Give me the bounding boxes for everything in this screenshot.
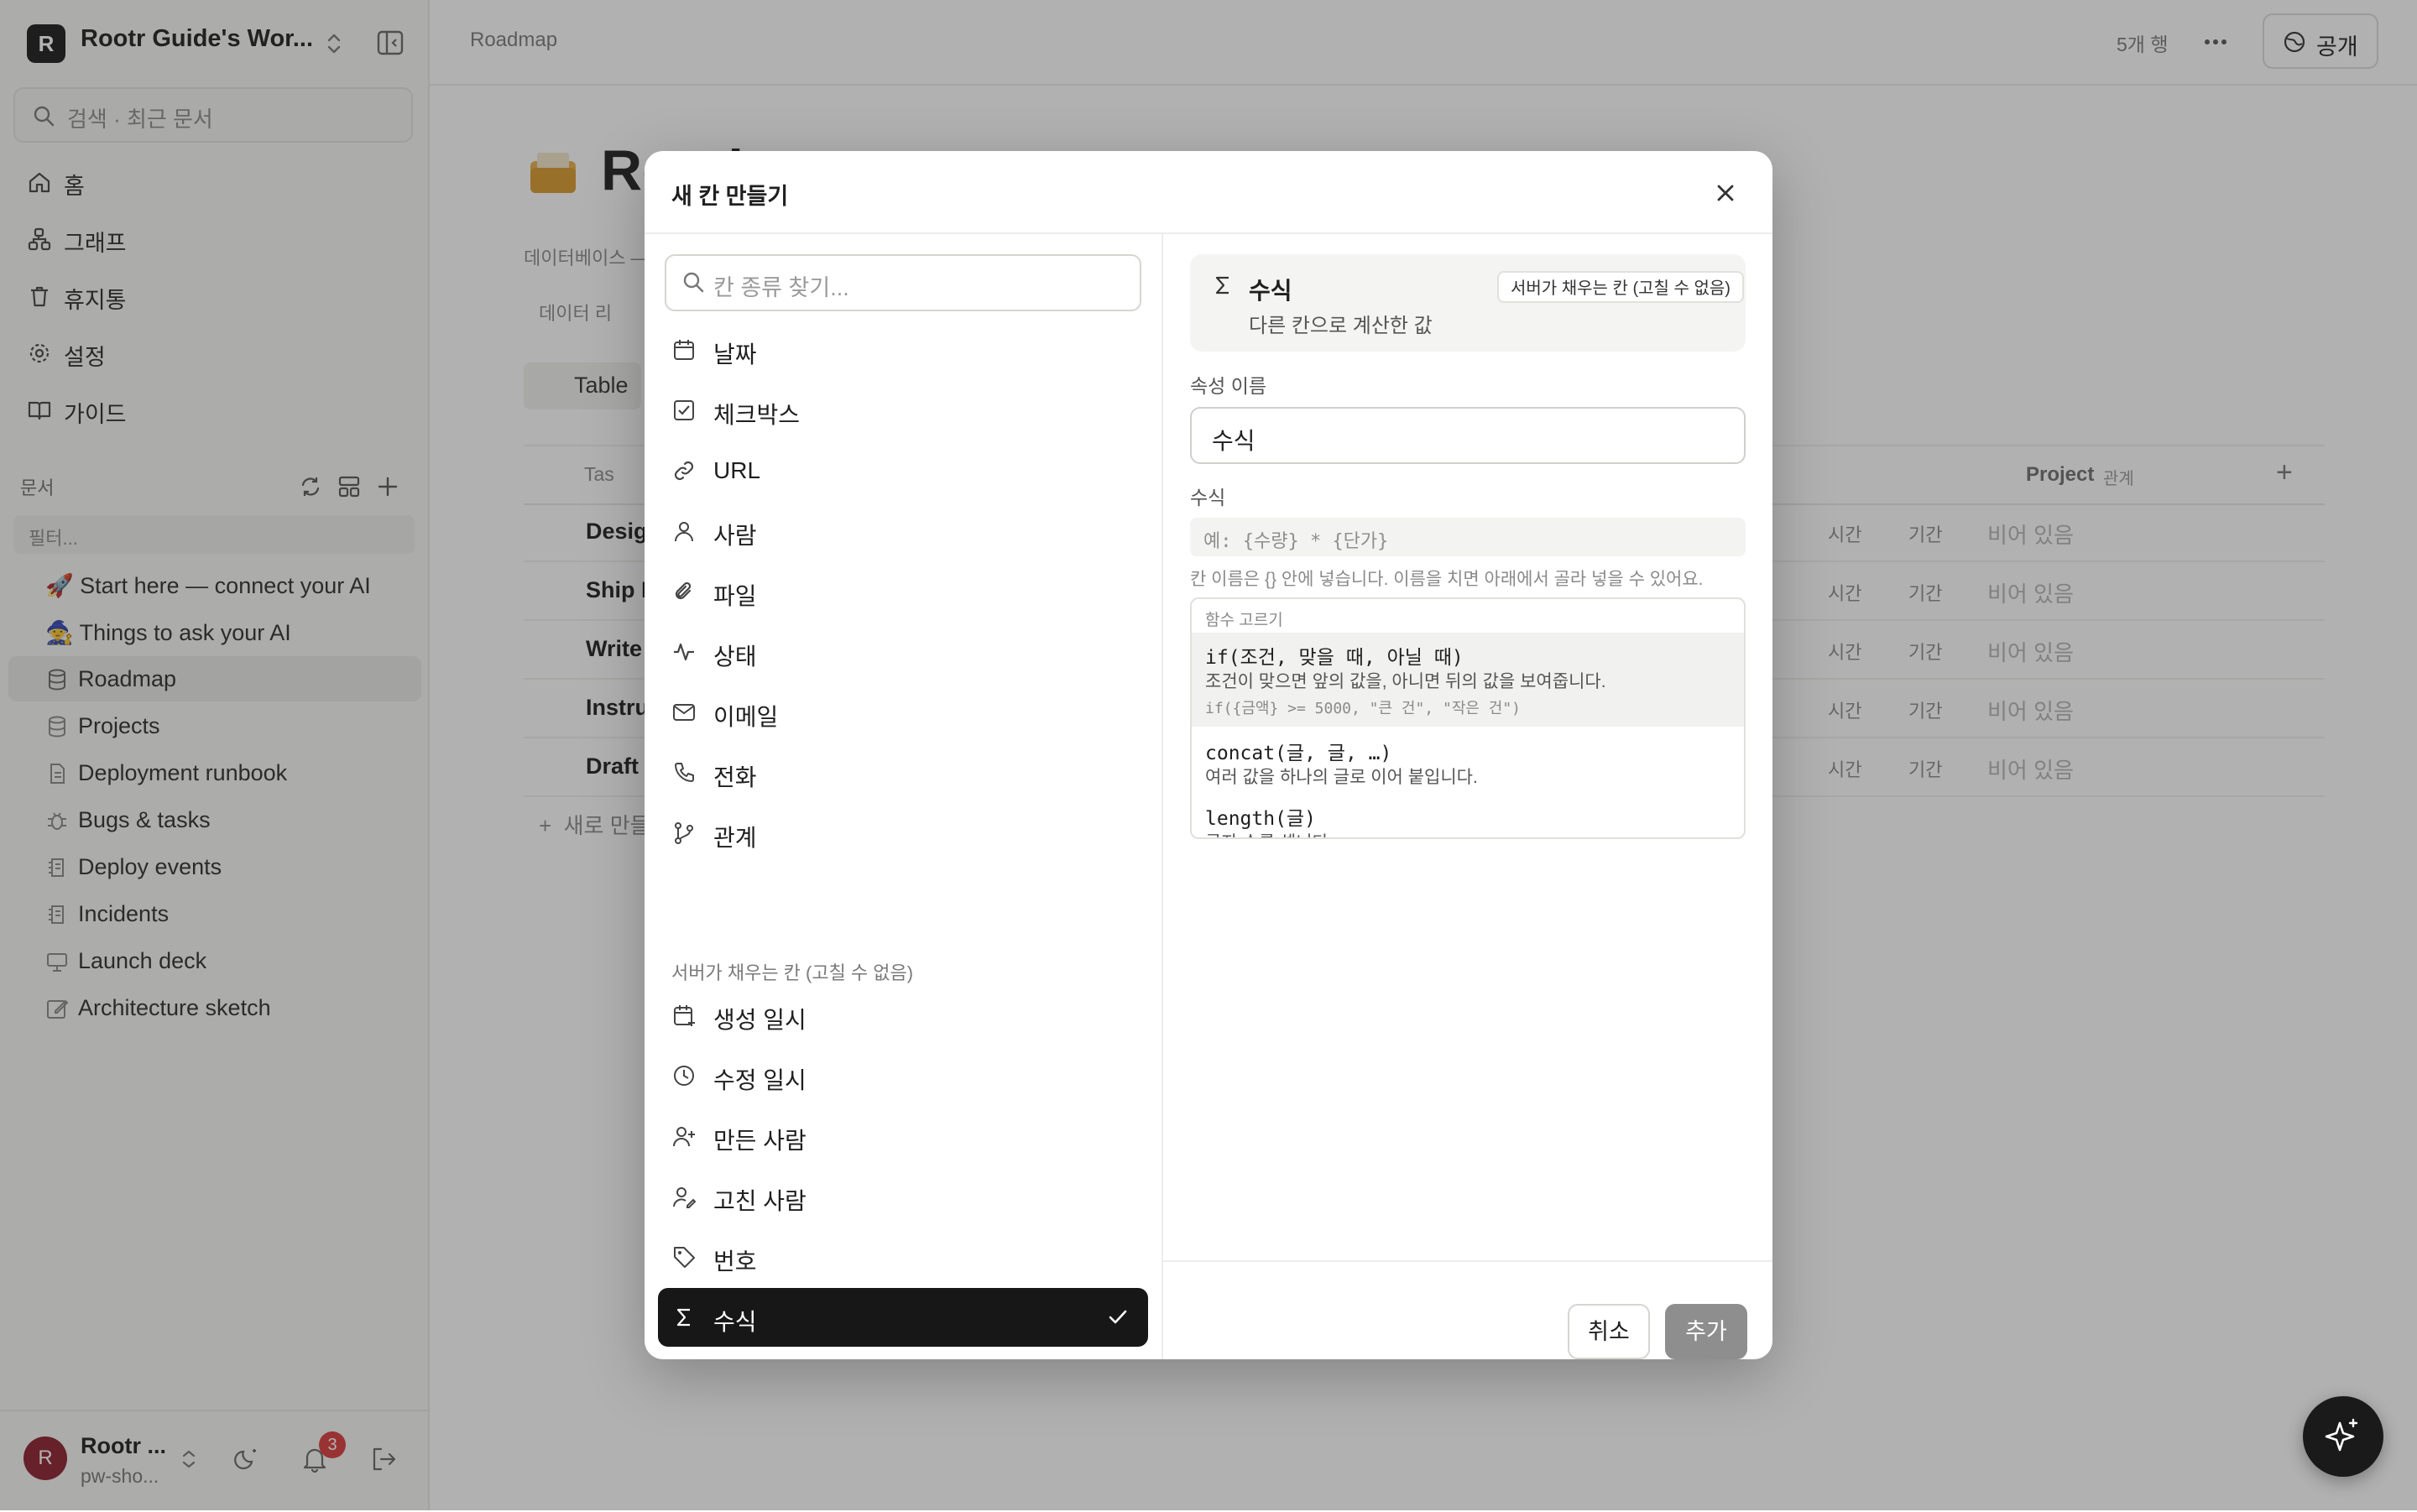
function-description: 조건이 맞으면 앞의 값을, 아니면 뒤의 값을 보여줍니다. [1205, 672, 1606, 691]
ai-assistant-button[interactable] [2303, 1396, 2383, 1477]
type-item-file[interactable]: 파일 [658, 562, 1148, 621]
type-item-url[interactable]: URL [658, 441, 1148, 500]
function-item-length[interactable]: length(글) 글자 수를 셉니다. [1192, 794, 1744, 837]
activity-icon [674, 643, 694, 661]
type-item-label: 생성 일시 [713, 1007, 807, 1033]
user-edit-icon [673, 1187, 697, 1208]
person-icon [675, 522, 693, 542]
type-item-label: 날짜 [713, 342, 757, 368]
formula-input[interactable]: 예: {수량} * {단가} [1190, 518, 1746, 556]
type-item-label: 번호 [713, 1249, 757, 1275]
type-search-input[interactable]: 칸 종류 찾기... [665, 254, 1141, 311]
new-column-dialog: 새 칸 만들기 칸 종류 찾기... 날짜 체크박스 URL 사람 파일 상태 … [645, 151, 1772, 1359]
column-type-list: 칸 종류 찾기... 날짜 체크박스 URL 사람 파일 상태 이메일 전화 관… [645, 233, 1163, 1359]
user-plus-icon [673, 1127, 695, 1147]
type-item-person[interactable]: 사람 [658, 502, 1148, 560]
type-item-edited-time[interactable]: 수정 일시 [658, 1046, 1148, 1105]
type-item-status[interactable]: 상태 [658, 623, 1148, 681]
function-picker-heading: 함수 고르기 [1205, 612, 1283, 629]
type-item-label: 사람 [713, 523, 757, 549]
function-description: 여러 값을 하나의 글로 이어 붙입니다. [1205, 768, 1478, 787]
property-name-input[interactable]: 수식 [1190, 407, 1746, 464]
type-item-email[interactable]: 이메일 [658, 683, 1148, 742]
column-detail-panel: 수식 다른 칸으로 계산한 값 서버가 채우는 칸 (고칠 수 없음) 속성 이… [1163, 233, 1772, 1359]
type-item-label: 만든 사람 [713, 1128, 807, 1154]
function-item-if[interactable]: if(조건, 맞을 때, 아닐 때) 조건이 맞으면 앞의 값을, 아니면 뒤의… [1192, 633, 1744, 727]
type-item-label: 관계 [713, 825, 757, 851]
type-item-edited-by[interactable]: 고친 사람 [658, 1167, 1148, 1226]
type-item-created-time[interactable]: 생성 일시 [658, 986, 1148, 1045]
type-item-label: 파일 [713, 583, 757, 609]
cancel-button[interactable]: 취소 [1568, 1304, 1650, 1359]
readonly-badge: 서버가 채우는 칸 (고칠 수 없음) [1497, 271, 1744, 303]
formula-label: 수식 [1190, 487, 1226, 508]
type-item-label: 수식 [713, 1309, 757, 1335]
calendar-plus-icon [674, 1005, 695, 1026]
type-item-id[interactable]: 번호 [658, 1228, 1148, 1286]
type-item-created-by[interactable]: 만든 사람 [658, 1107, 1148, 1165]
checkbox-icon [674, 400, 694, 420]
server-section-label: 서버가 채우는 칸 (고칠 수 없음) [671, 962, 914, 983]
calendar-icon [674, 340, 694, 360]
paperclip-icon [675, 581, 692, 600]
add-button[interactable]: 추가 [1665, 1304, 1747, 1359]
type-item-rollup[interactable]: 롤업 [658, 1348, 1148, 1359]
type-item-relation[interactable]: 관계 [658, 804, 1148, 863]
type-description: 다른 칸으로 계산한 값 [1249, 315, 1433, 337]
sparkle-icon [2325, 1418, 2358, 1452]
function-item-concat[interactable]: concat(글, 글, …) 여러 값을 하나의 글로 이어 붙입니다. [1192, 728, 1744, 792]
type-item-formula[interactable]: 수식 [658, 1288, 1148, 1347]
type-item-label: 체크박스 [713, 402, 801, 428]
clock-icon [674, 1066, 694, 1086]
function-example: if({금액} >= 5000, "큰 건", "작은 건") [1205, 700, 1522, 717]
dialog-footer: 취소 추가 [1163, 1260, 1772, 1359]
search-icon [683, 272, 704, 293]
function-signature: length(글) [1205, 808, 1316, 830]
phone-icon [675, 763, 694, 782]
sigma-icon [676, 1308, 690, 1327]
type-name: 수식 [1249, 278, 1292, 304]
formula-placeholder: 예: {수량} * {단가} [1203, 531, 1389, 552]
dialog-title: 새 칸 만들기 [671, 184, 789, 209]
type-item-label: 수정 일시 [713, 1067, 807, 1093]
type-item-date[interactable]: 날짜 [658, 321, 1148, 379]
function-signature: concat(글, 글, …) [1205, 743, 1392, 764]
formula-hint: 칸 이름은 {} 안에 넣습니다. 이름을 치면 아래에서 골라 넣을 수 있어… [1190, 570, 1704, 589]
type-item-label: URL [713, 457, 761, 483]
link-icon [674, 461, 694, 481]
property-name-value: 수식 [1212, 428, 1255, 454]
type-item-label: 고친 사람 [713, 1188, 807, 1214]
function-signature: if(조건, 맞을 때, 아닐 때) [1205, 647, 1464, 669]
type-item-label: 상태 [713, 644, 757, 670]
dialog-header: 새 칸 만들기 [645, 151, 1772, 234]
close-icon[interactable] [1709, 176, 1742, 210]
type-info-card: 수식 다른 칸으로 계산한 값 서버가 채우는 칸 (고칠 수 없음) [1190, 254, 1746, 352]
type-item-label: 전화 [713, 764, 757, 790]
type-item-phone[interactable]: 전화 [658, 743, 1148, 802]
mail-icon [673, 704, 695, 721]
type-item-label: 이메일 [713, 704, 779, 730]
property-name-label: 속성 이름 [1190, 375, 1267, 397]
function-picker[interactable]: 함수 고르기 if(조건, 맞을 때, 아닐 때) 조건이 맞으면 앞의 값을,… [1190, 597, 1746, 839]
sigma-icon [1215, 276, 1229, 295]
type-search-placeholder: 칸 종류 찾기... [713, 275, 849, 300]
check-icon [1109, 1310, 1127, 1324]
type-item-checkbox[interactable]: 체크박스 [658, 381, 1148, 440]
tag-icon [674, 1247, 695, 1268]
relation-icon [675, 822, 693, 844]
function-description: 글자 수를 셉니다. [1205, 829, 1334, 837]
